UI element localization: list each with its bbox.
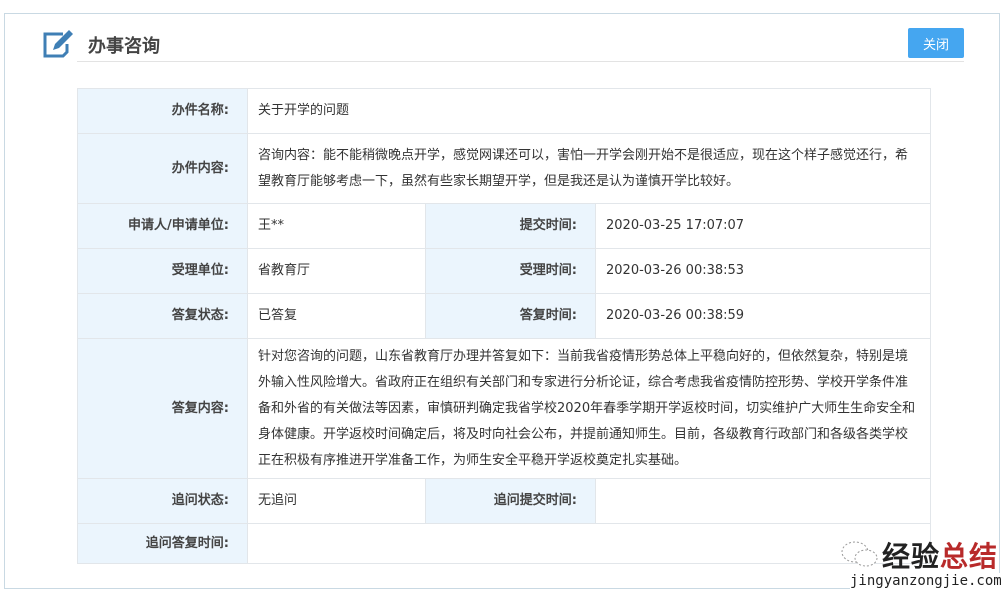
reply-time-label: 答复时间: bbox=[425, 293, 596, 339]
submit-time-value: 2020-03-25 17:07:07 bbox=[595, 203, 931, 249]
table-row: 答复内容: 针对您咨询的问题，山东省教育厅办理并答复如下：当前我省疫情形势总体上… bbox=[77, 338, 931, 479]
table-row: 受理单位: 省教育厅 受理时间: 2020-03-26 00:38:53 bbox=[77, 248, 931, 294]
dept-value: 省教育厅 bbox=[247, 248, 426, 294]
followup-reply-value bbox=[247, 523, 931, 564]
header-divider bbox=[77, 61, 964, 62]
detail-table: 办件名称: 关于开学的问题 办件内容: 咨询内容：能不能稍微晚点开学，感觉网课还… bbox=[77, 88, 931, 564]
name-label: 办件名称: bbox=[77, 88, 248, 134]
table-row: 办件内容: 咨询内容：能不能稍微晚点开学，感觉网课还可以，害怕一开学会刚开始不是… bbox=[77, 133, 931, 204]
watermark-text-b: 总结 bbox=[940, 540, 999, 573]
status-label: 答复状态: bbox=[77, 293, 248, 339]
watermark-url: jingyanzongjie.com bbox=[850, 573, 1002, 589]
accept-time-value: 2020-03-26 00:38:53 bbox=[595, 248, 931, 294]
page-title: 办事咨询 bbox=[88, 36, 160, 57]
table-row: 答复状态: 已答复 答复时间: 2020-03-26 00:38:59 bbox=[77, 293, 931, 339]
content-label: 办件内容: bbox=[77, 133, 248, 204]
edit-icon bbox=[43, 30, 73, 58]
table-row: 办件名称: 关于开学的问题 bbox=[77, 88, 931, 134]
table-row: 追问答复时间: bbox=[77, 523, 931, 564]
applicant-label: 申请人/申请单位: bbox=[77, 203, 248, 249]
table-row: 申请人/申请单位: 王** 提交时间: 2020-03-25 17:07:07 bbox=[77, 203, 931, 249]
followup-status-label: 追问状态: bbox=[77, 478, 248, 524]
submit-time-label: 提交时间: bbox=[425, 203, 596, 249]
watermark: 经验总结 jingyanzongjie.com bbox=[840, 535, 1002, 595]
table-row: 追问状态: 无追问 追问提交时间: bbox=[77, 478, 931, 524]
status-value: 已答复 bbox=[247, 293, 426, 339]
reply-label: 答复内容: bbox=[77, 338, 248, 479]
close-button[interactable]: 关闭 bbox=[908, 28, 964, 58]
followup-submit-label: 追问提交时间: bbox=[425, 478, 596, 524]
reply-time-value: 2020-03-26 00:38:59 bbox=[595, 293, 931, 339]
followup-submit-value bbox=[595, 478, 931, 524]
followup-status-value: 无追问 bbox=[247, 478, 426, 524]
content-value: 咨询内容：能不能稍微晚点开学，感觉网课还可以，害怕一开学会刚开始不是很适应，现在… bbox=[247, 133, 931, 204]
followup-reply-label: 追问答复时间: bbox=[77, 523, 248, 564]
accept-time-label: 受理时间: bbox=[425, 248, 596, 294]
name-value: 关于开学的问题 bbox=[247, 88, 931, 134]
wechat-icon bbox=[841, 541, 878, 567]
dept-label: 受理单位: bbox=[77, 248, 248, 294]
applicant-value: 王** bbox=[247, 203, 426, 249]
watermark-text-a: 经验 bbox=[882, 540, 941, 573]
reply-value: 针对您咨询的问题，山东省教育厅办理并答复如下：当前我省疫情形势总体上平稳向好的，… bbox=[247, 338, 931, 479]
